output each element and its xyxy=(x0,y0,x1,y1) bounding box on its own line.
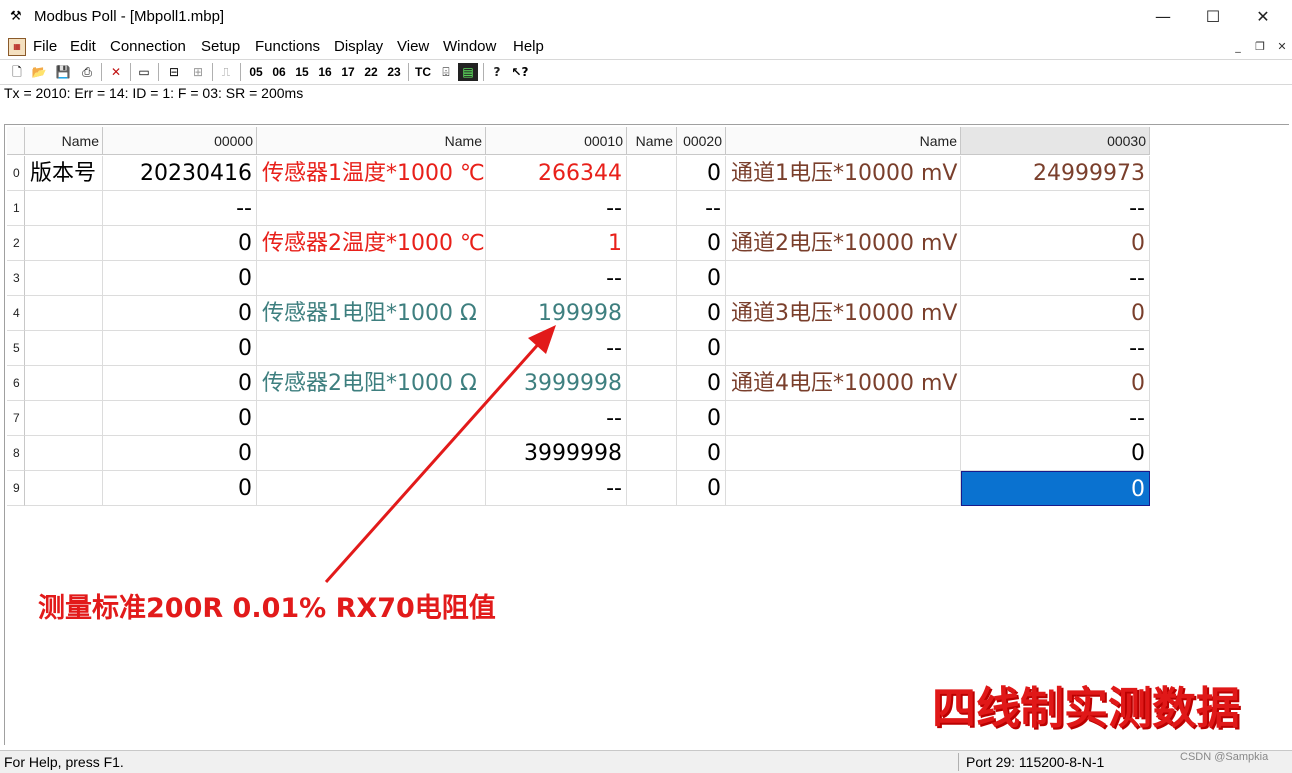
status-bar: For Help, press F1. Port 29: 115200-8-N-… xyxy=(0,750,1292,773)
help-hint: For Help, press F1. xyxy=(4,754,124,770)
annotation-arrow xyxy=(324,325,556,583)
caption-text: 四线制实测数据 xyxy=(931,682,1241,735)
port-status: Port 29: 115200-8-N-1 xyxy=(966,754,1105,770)
watermark: CSDN @Sampkia xyxy=(1180,751,1269,763)
arrow-line xyxy=(324,339,544,583)
annotation-text: 测量标准200R 0.01% RX70电阻值 xyxy=(38,593,496,624)
